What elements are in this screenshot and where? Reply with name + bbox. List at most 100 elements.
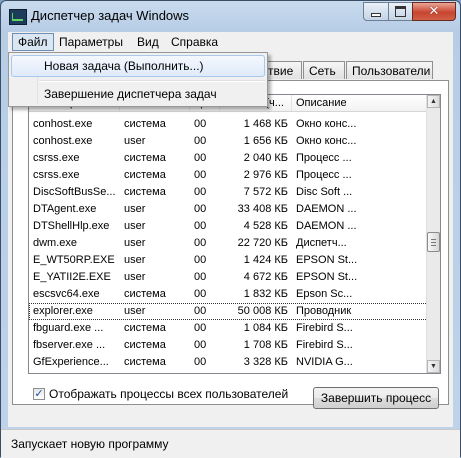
file-menu-dropdown: Новая задача (Выполнить...) Завершение д… — [8, 52, 268, 107]
menu-view[interactable]: Вид — [132, 34, 164, 50]
process-memory: 4 528 КБ — [243, 220, 288, 232]
grip-line — [431, 239, 436, 240]
close-button[interactable]: ✕ — [412, 2, 456, 21]
process-cpu: 00 — [194, 339, 207, 351]
process-name: fbserver.exe ... — [33, 339, 106, 351]
grip-line — [431, 242, 436, 243]
process-name: DTShellHlp.exe — [33, 220, 110, 232]
process-memory: 1 468 КБ — [243, 118, 288, 130]
process-name: GfExperience... — [33, 356, 109, 368]
process-cpu: 00 — [194, 237, 207, 249]
process-row[interactable]: dwm.exe user 00 22 720 КБ Диспетч... — [29, 235, 428, 252]
show-all-users-option[interactable]: ✓ Отображать процессы всех пользователей — [33, 387, 288, 401]
status-bar: Запускает новую программу — [1, 429, 460, 458]
process-user: user — [124, 305, 146, 317]
process-name: conhost.exe — [33, 135, 93, 147]
process-user: user — [124, 203, 146, 215]
process-list-scrollbar[interactable]: ▲ ▼ — [426, 95, 440, 373]
process-name: dwm.exe — [33, 237, 78, 249]
process-row[interactable]: E_WT50RP.EXE user 00 1 424 КБ EPSON St..… — [29, 252, 428, 269]
process-cpu: 00 — [194, 135, 207, 147]
process-row[interactable]: DTShellHlp.exe user 00 4 528 КБ DAEMON .… — [29, 218, 428, 235]
menu-file[interactable]: Файл — [12, 33, 54, 51]
grip-line — [431, 245, 436, 246]
process-memory: 22 720 КБ — [237, 237, 288, 249]
end-process-button[interactable]: Завершить процесс — [313, 387, 439, 409]
scroll-up-arrow-icon[interactable]: ▲ — [427, 95, 440, 108]
process-user: система — [124, 339, 166, 351]
process-memory: 3 328 КБ — [243, 356, 288, 368]
process-memory: 1 424 КБ — [243, 254, 288, 266]
process-memory: 2 976 КБ — [243, 169, 288, 181]
process-user: система — [124, 169, 166, 181]
process-description: NVIDIA G... — [296, 356, 353, 368]
process-description: Диспетч... — [296, 237, 347, 249]
process-cpu: 00 — [194, 169, 207, 181]
tab-users[interactable]: Пользователи — [346, 61, 433, 79]
process-row[interactable]: fbserver.exe ... система 00 1 708 КБ Fir… — [29, 337, 428, 354]
process-user: система — [124, 152, 166, 164]
tab-network[interactable]: Сеть — [303, 61, 345, 79]
show-all-users-label[interactable]: Отображать процессы всех пользователей — [49, 387, 288, 401]
process-row[interactable]: DTAgent.exe user 00 33 408 КБ DAEMON ... — [29, 201, 428, 218]
process-memory: 1 708 КБ — [243, 339, 288, 351]
process-cpu: 00 — [194, 186, 207, 198]
column-description[interactable]: Описание — [292, 95, 428, 111]
process-user: user — [124, 237, 146, 249]
scroll-down-arrow-icon[interactable]: ▼ — [427, 360, 440, 373]
process-row[interactable]: escsvc64.exe система 00 1 832 КБ Epson S… — [29, 286, 428, 303]
process-name: E_YATII2E.EXE — [33, 271, 111, 283]
process-memory: 1 656 КБ — [243, 135, 288, 147]
close-icon: ✕ — [428, 4, 440, 19]
process-cpu: 00 — [194, 254, 207, 266]
process-row[interactable]: conhost.exe user 00 1 656 КБ Окно конс..… — [29, 133, 428, 150]
process-name: escsvc64.exe — [33, 288, 100, 300]
process-cpu: 00 — [194, 305, 207, 317]
process-row[interactable]: conhost.exe система 00 1 468 КБ Окно кон… — [29, 116, 428, 133]
process-row[interactable]: DiscSoftBusSe... система 00 7 572 КБ Dis… — [29, 184, 428, 201]
process-user: user — [124, 254, 146, 266]
process-memory: 33 408 КБ — [237, 203, 288, 215]
process-row[interactable]: fbguard.exe ... система 00 1 084 КБ Fire… — [29, 320, 428, 337]
process-row[interactable]: csrss.exe система 00 2 040 КБ Процесс ..… — [29, 150, 428, 167]
maximize-button[interactable] — [388, 2, 413, 21]
menu-bar: Файл Параметры Вид Справка — [8, 32, 453, 52]
process-user: система — [124, 186, 166, 198]
menu-separator — [39, 80, 265, 82]
process-description: Disc Soft ... — [296, 186, 353, 198]
process-memory: 7 572 КБ — [243, 186, 288, 198]
process-name: csrss.exe — [33, 152, 80, 164]
process-name: csrss.exe — [33, 169, 80, 181]
process-description: DAEMON ... — [296, 220, 357, 232]
process-memory: 50 008 КБ — [237, 305, 288, 317]
process-cpu: 00 — [194, 220, 207, 232]
process-description: Окно конс... — [296, 118, 357, 130]
process-name: conhost.exe — [33, 118, 93, 130]
process-list[interactable]: Имя образа Пользов... ЦП Память (ч... Оп… — [28, 94, 441, 374]
scrollbar-thumb[interactable] — [427, 232, 440, 252]
process-row[interactable]: GfExperience... система 00 3 328 КБ NVID… — [29, 354, 428, 371]
menu-item-new-task[interactable]: Новая задача (Выполнить...) — [11, 55, 265, 77]
task-manager-icon[interactable] — [9, 9, 27, 25]
menu-help[interactable]: Справка — [166, 34, 223, 50]
menu-item-exit-task-manager[interactable]: Завершение диспетчера задач — [11, 83, 265, 105]
menu-options[interactable]: Параметры — [54, 34, 128, 50]
maximize-icon — [395, 6, 406, 17]
process-cpu: 00 — [194, 271, 207, 283]
process-name: DiscSoftBusSe... — [33, 186, 116, 198]
process-row[interactable]: E_YATII2E.EXE user 00 4 672 КБ EPSON St.… — [29, 269, 428, 286]
process-user: user — [124, 271, 146, 283]
process-row[interactable]: csrss.exe система 00 2 976 КБ Процесс ..… — [29, 167, 428, 184]
process-description: Проводник — [296, 305, 352, 317]
minimize-button[interactable] — [363, 2, 389, 21]
title-bar[interactable]: Диспетчер задач Windows ✕ — [1, 1, 460, 31]
process-user: система — [124, 118, 166, 130]
process-description: Процесс ... — [296, 152, 352, 164]
process-cpu: 00 — [194, 203, 207, 215]
process-row-selected[interactable]: explorer.exe user 00 50 008 КБ Проводник — [29, 303, 428, 320]
process-description: EPSON St... — [296, 271, 358, 283]
process-description: Процесс ... — [296, 169, 352, 181]
process-user: user — [124, 135, 146, 147]
process-memory: 4 672 КБ — [243, 271, 288, 283]
show-all-users-checkbox[interactable]: ✓ — [33, 388, 45, 400]
